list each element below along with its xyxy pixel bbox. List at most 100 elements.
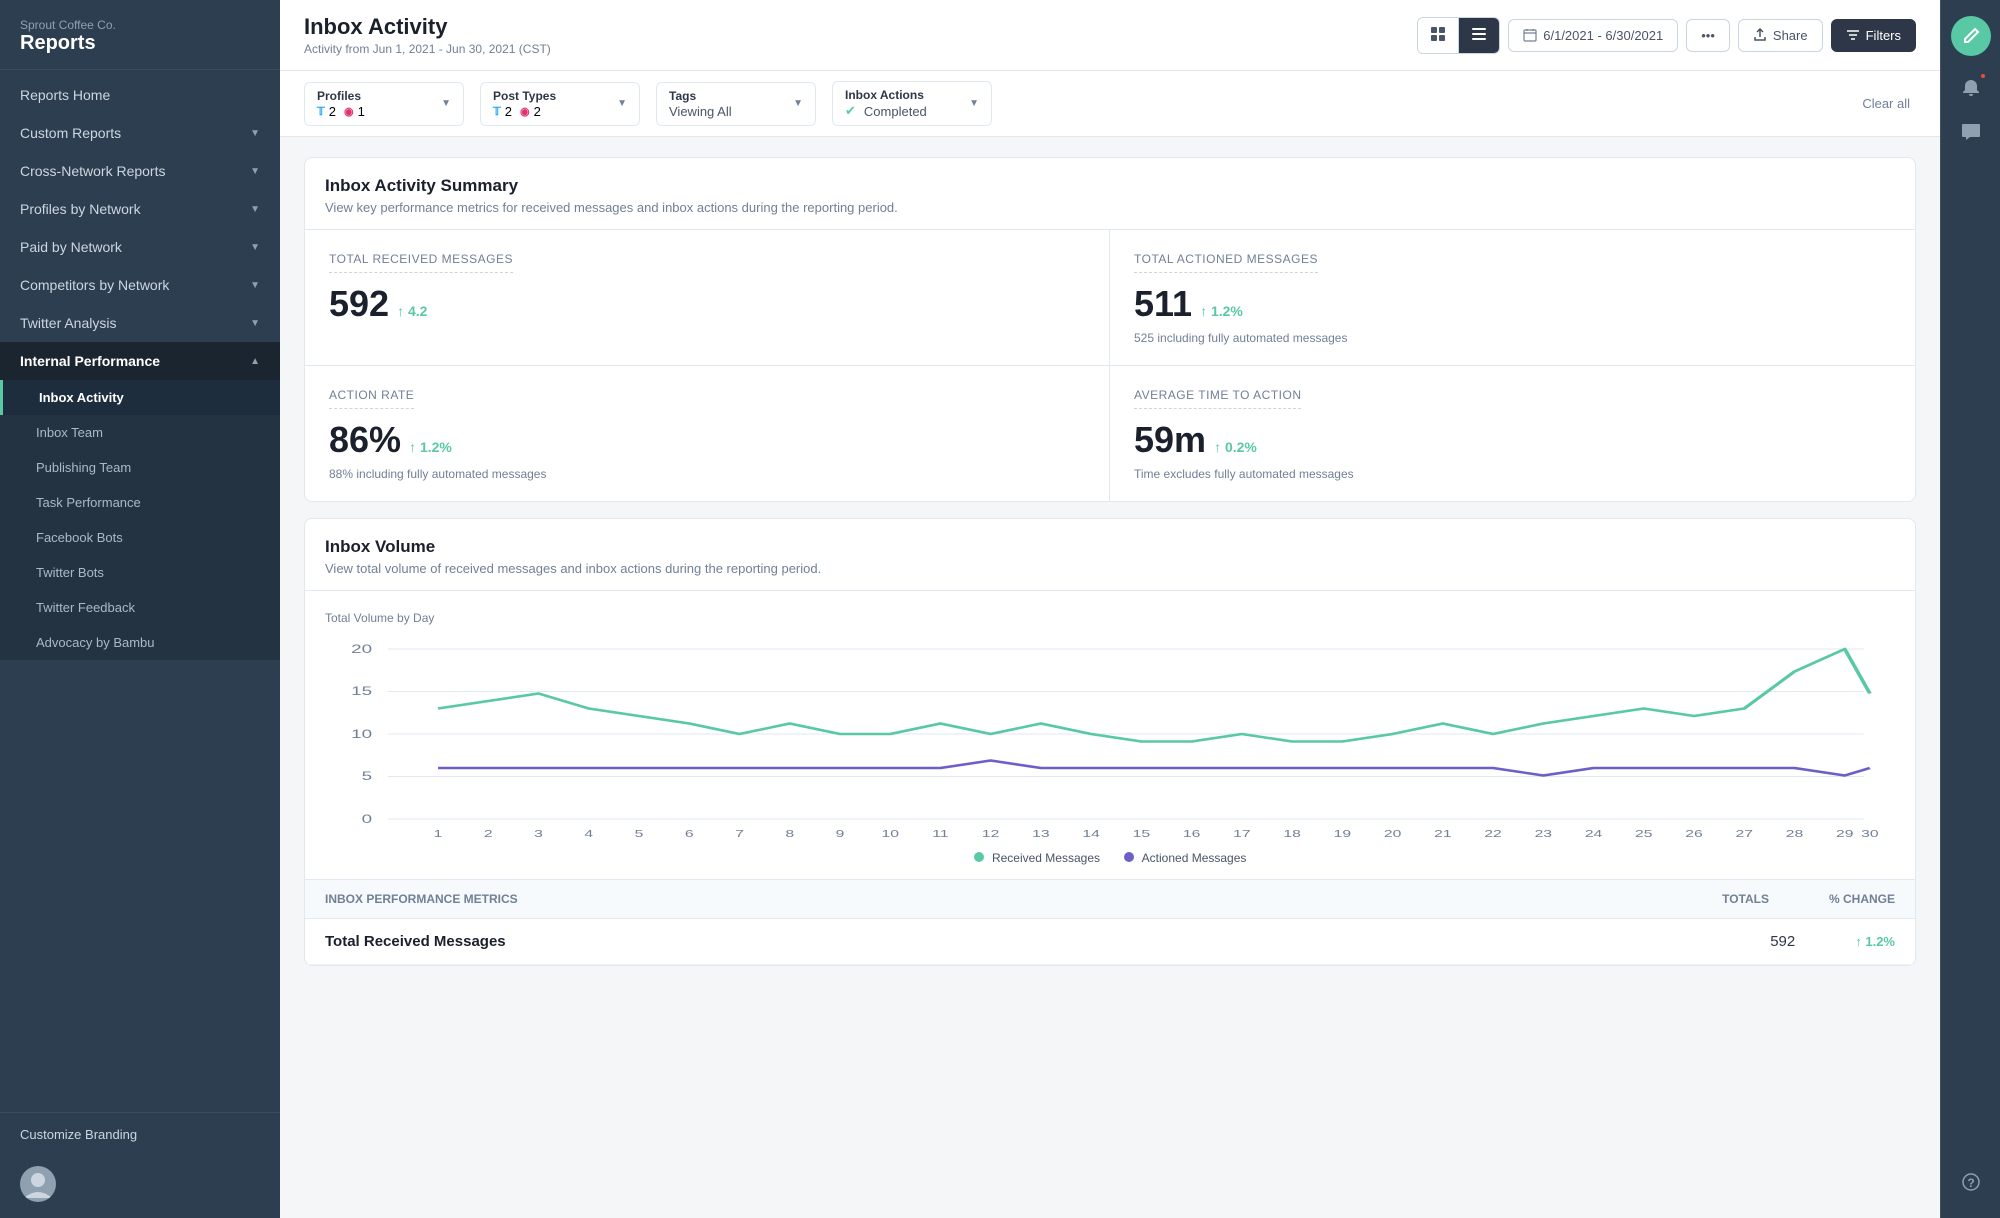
sidebar-item-competitors[interactable]: Competitors by Network ▼ bbox=[0, 266, 280, 304]
svg-text:26: 26 bbox=[1685, 828, 1702, 839]
row-change: ↑ 1.2% bbox=[1855, 934, 1895, 949]
sidebar-item-publishing-team[interactable]: Publishing Team bbox=[0, 450, 280, 485]
tags-value: Viewing All bbox=[669, 104, 732, 119]
compose-button[interactable] bbox=[1951, 16, 1991, 56]
svg-text:28: 28 bbox=[1786, 828, 1803, 839]
notification-badge bbox=[1979, 72, 1987, 80]
content-area: Inbox Activity Summary View key performa… bbox=[280, 137, 1940, 1218]
post-types-filter-value: 𝕋 2 ◉ 2 bbox=[493, 104, 556, 119]
profiles-filter[interactable]: Profiles 𝕋 2 ◉ 1 ▼ bbox=[304, 82, 464, 126]
sidebar-item-paid-by-network[interactable]: Paid by Network ▼ bbox=[0, 228, 280, 266]
more-button[interactable]: ••• bbox=[1686, 19, 1730, 52]
topbar-right: 6/1/2021 - 6/30/2021 ••• Share Filters bbox=[1417, 17, 1916, 54]
main-content: Inbox Activity Activity from Jun 1, 2021… bbox=[280, 0, 1940, 1218]
advocacy-label: Advocacy by Bambu bbox=[36, 635, 155, 650]
profiles-filter-value: 𝕋 2 ◉ 1 bbox=[317, 104, 365, 119]
svg-text:1: 1 bbox=[434, 828, 443, 839]
inbox-actions-filter[interactable]: Inbox Actions ✔ Completed ▼ bbox=[832, 81, 992, 126]
svg-text:27: 27 bbox=[1736, 828, 1753, 839]
svg-text:14: 14 bbox=[1082, 828, 1099, 839]
notifications-button[interactable] bbox=[1951, 68, 1991, 108]
tags-filter-value: Viewing All bbox=[669, 104, 732, 119]
avg-time-note: Time excludes fully automated messages bbox=[1134, 467, 1891, 481]
cross-network-label: Cross-Network Reports bbox=[20, 163, 165, 179]
tags-filter[interactable]: Tags Viewing All ▼ bbox=[656, 82, 816, 126]
filters-button[interactable]: Filters bbox=[1831, 19, 1916, 52]
chevron-down-icon: ▼ bbox=[250, 166, 260, 177]
help-button[interactable]: ? bbox=[1951, 1162, 1991, 1202]
grid-view-button[interactable] bbox=[1418, 18, 1459, 53]
twitter-icon: 𝕋 bbox=[493, 105, 501, 118]
table-row: Total Received Messages 592 ↑ 1.2% bbox=[305, 919, 1915, 965]
chevron-down-icon: ▼ bbox=[617, 98, 627, 109]
legend-received: Received Messages bbox=[974, 851, 1100, 865]
svg-text:5: 5 bbox=[362, 770, 373, 783]
inbox-volume-header: Inbox Volume View total volume of receiv… bbox=[305, 519, 1915, 591]
chart-svg: 20 15 10 5 0 1 2 3 4 bbox=[325, 639, 1895, 839]
topbar-left: Inbox Activity Activity from Jun 1, 2021… bbox=[304, 14, 551, 56]
task-performance-label: Task Performance bbox=[36, 495, 141, 510]
post-types-filter[interactable]: Post Types 𝕋 2 ◉ 2 ▼ bbox=[480, 82, 640, 126]
svg-text:18: 18 bbox=[1283, 828, 1300, 839]
sidebar-item-facebook-bots[interactable]: Facebook Bots bbox=[0, 520, 280, 555]
inbox-volume-card: Inbox Volume View total volume of receiv… bbox=[304, 518, 1916, 966]
svg-text:20: 20 bbox=[1384, 828, 1401, 839]
profiles-tw-count: 2 bbox=[329, 104, 336, 119]
filters-label: Filters bbox=[1866, 28, 1901, 43]
svg-text:21: 21 bbox=[1434, 828, 1451, 839]
received-dot bbox=[974, 852, 984, 862]
sidebar-item-twitter-feedback[interactable]: Twitter Feedback bbox=[0, 590, 280, 625]
row-label: Total Received Messages bbox=[325, 933, 506, 950]
metric-total-actioned: Total Actioned Messages 511 ↑ 1.2% 525 i… bbox=[1110, 230, 1915, 366]
competitors-label: Competitors by Network bbox=[20, 277, 169, 293]
sidebar-item-inbox-activity[interactable]: Inbox Activity bbox=[0, 380, 280, 415]
sidebar-item-custom-reports[interactable]: Custom Reports ▼ bbox=[0, 114, 280, 152]
company-name: Sprout Coffee Co. bbox=[20, 18, 260, 32]
post-types-tw-count: 2 bbox=[505, 104, 512, 119]
total-actioned-note: 525 including fully automated messages bbox=[1134, 331, 1891, 345]
svg-text:29: 29 bbox=[1836, 828, 1853, 839]
sidebar-item-twitter-bots[interactable]: Twitter Bots bbox=[0, 555, 280, 590]
chart-area: 20 15 10 5 0 1 2 3 4 bbox=[325, 639, 1895, 839]
legend-actioned: Actioned Messages bbox=[1124, 851, 1246, 865]
customize-branding-label: Customize Branding bbox=[20, 1127, 137, 1142]
svg-text:8: 8 bbox=[785, 828, 794, 839]
post-types-ig-count: 2 bbox=[534, 104, 541, 119]
sidebar-item-internal-performance[interactable]: Internal Performance ▲ bbox=[0, 342, 280, 380]
sidebar-item-cross-network[interactable]: Cross-Network Reports ▼ bbox=[0, 152, 280, 190]
sidebar-item-reports-home[interactable]: Reports Home bbox=[0, 76, 280, 114]
row-total: 592 bbox=[1770, 933, 1795, 950]
messages-button[interactable] bbox=[1951, 112, 1991, 152]
actioned-dot bbox=[1124, 852, 1134, 862]
date-range-button[interactable]: 6/1/2021 - 6/30/2021 bbox=[1508, 19, 1678, 52]
metric-total-received: Total Received Messages 592 ↑ 4.2 bbox=[305, 230, 1110, 366]
tags-filter-label: Tags bbox=[669, 89, 732, 103]
page-subtitle: Activity from Jun 1, 2021 - Jun 30, 2021… bbox=[304, 42, 551, 56]
metric-avg-time: Average Time to Action 59m ↑ 0.2% Time e… bbox=[1110, 366, 1915, 501]
sidebar: Sprout Coffee Co. Reports Reports Home C… bbox=[0, 0, 280, 1218]
share-button[interactable]: Share bbox=[1738, 19, 1823, 52]
sidebar-item-task-performance[interactable]: Task Performance bbox=[0, 485, 280, 520]
action-rate-change: ↑ 1.2% bbox=[409, 439, 452, 455]
sidebar-item-profiles-by-network[interactable]: Profiles by Network ▼ bbox=[0, 190, 280, 228]
inbox-actions-value: Completed bbox=[864, 104, 927, 119]
table-title: Inbox Performance Metrics bbox=[325, 892, 518, 906]
facebook-bots-label: Facebook Bots bbox=[36, 530, 123, 545]
total-received-label: Total Received Messages bbox=[329, 252, 513, 273]
customize-branding[interactable]: Customize Branding bbox=[0, 1112, 280, 1156]
sidebar-item-inbox-team[interactable]: Inbox Team bbox=[0, 415, 280, 450]
more-icon: ••• bbox=[1701, 28, 1715, 43]
page-title: Inbox Activity bbox=[304, 14, 551, 40]
svg-text:0: 0 bbox=[362, 813, 373, 826]
clear-all-button[interactable]: Clear all bbox=[1856, 90, 1916, 117]
row-values: 592 ↑ 1.2% bbox=[1770, 933, 1895, 950]
list-view-button[interactable] bbox=[1459, 18, 1499, 53]
received-label: Received Messages bbox=[992, 851, 1100, 865]
inbox-team-label: Inbox Team bbox=[36, 425, 103, 440]
publishing-team-label: Publishing Team bbox=[36, 460, 131, 475]
avg-time-value: 59m ↑ 0.2% bbox=[1134, 419, 1891, 461]
sidebar-item-twitter-analysis[interactable]: Twitter Analysis ▼ bbox=[0, 304, 280, 342]
svg-text:15: 15 bbox=[351, 685, 372, 698]
sidebar-item-advocacy[interactable]: Advocacy by Bambu bbox=[0, 625, 280, 660]
twitter-bots-label: Twitter Bots bbox=[36, 565, 104, 580]
